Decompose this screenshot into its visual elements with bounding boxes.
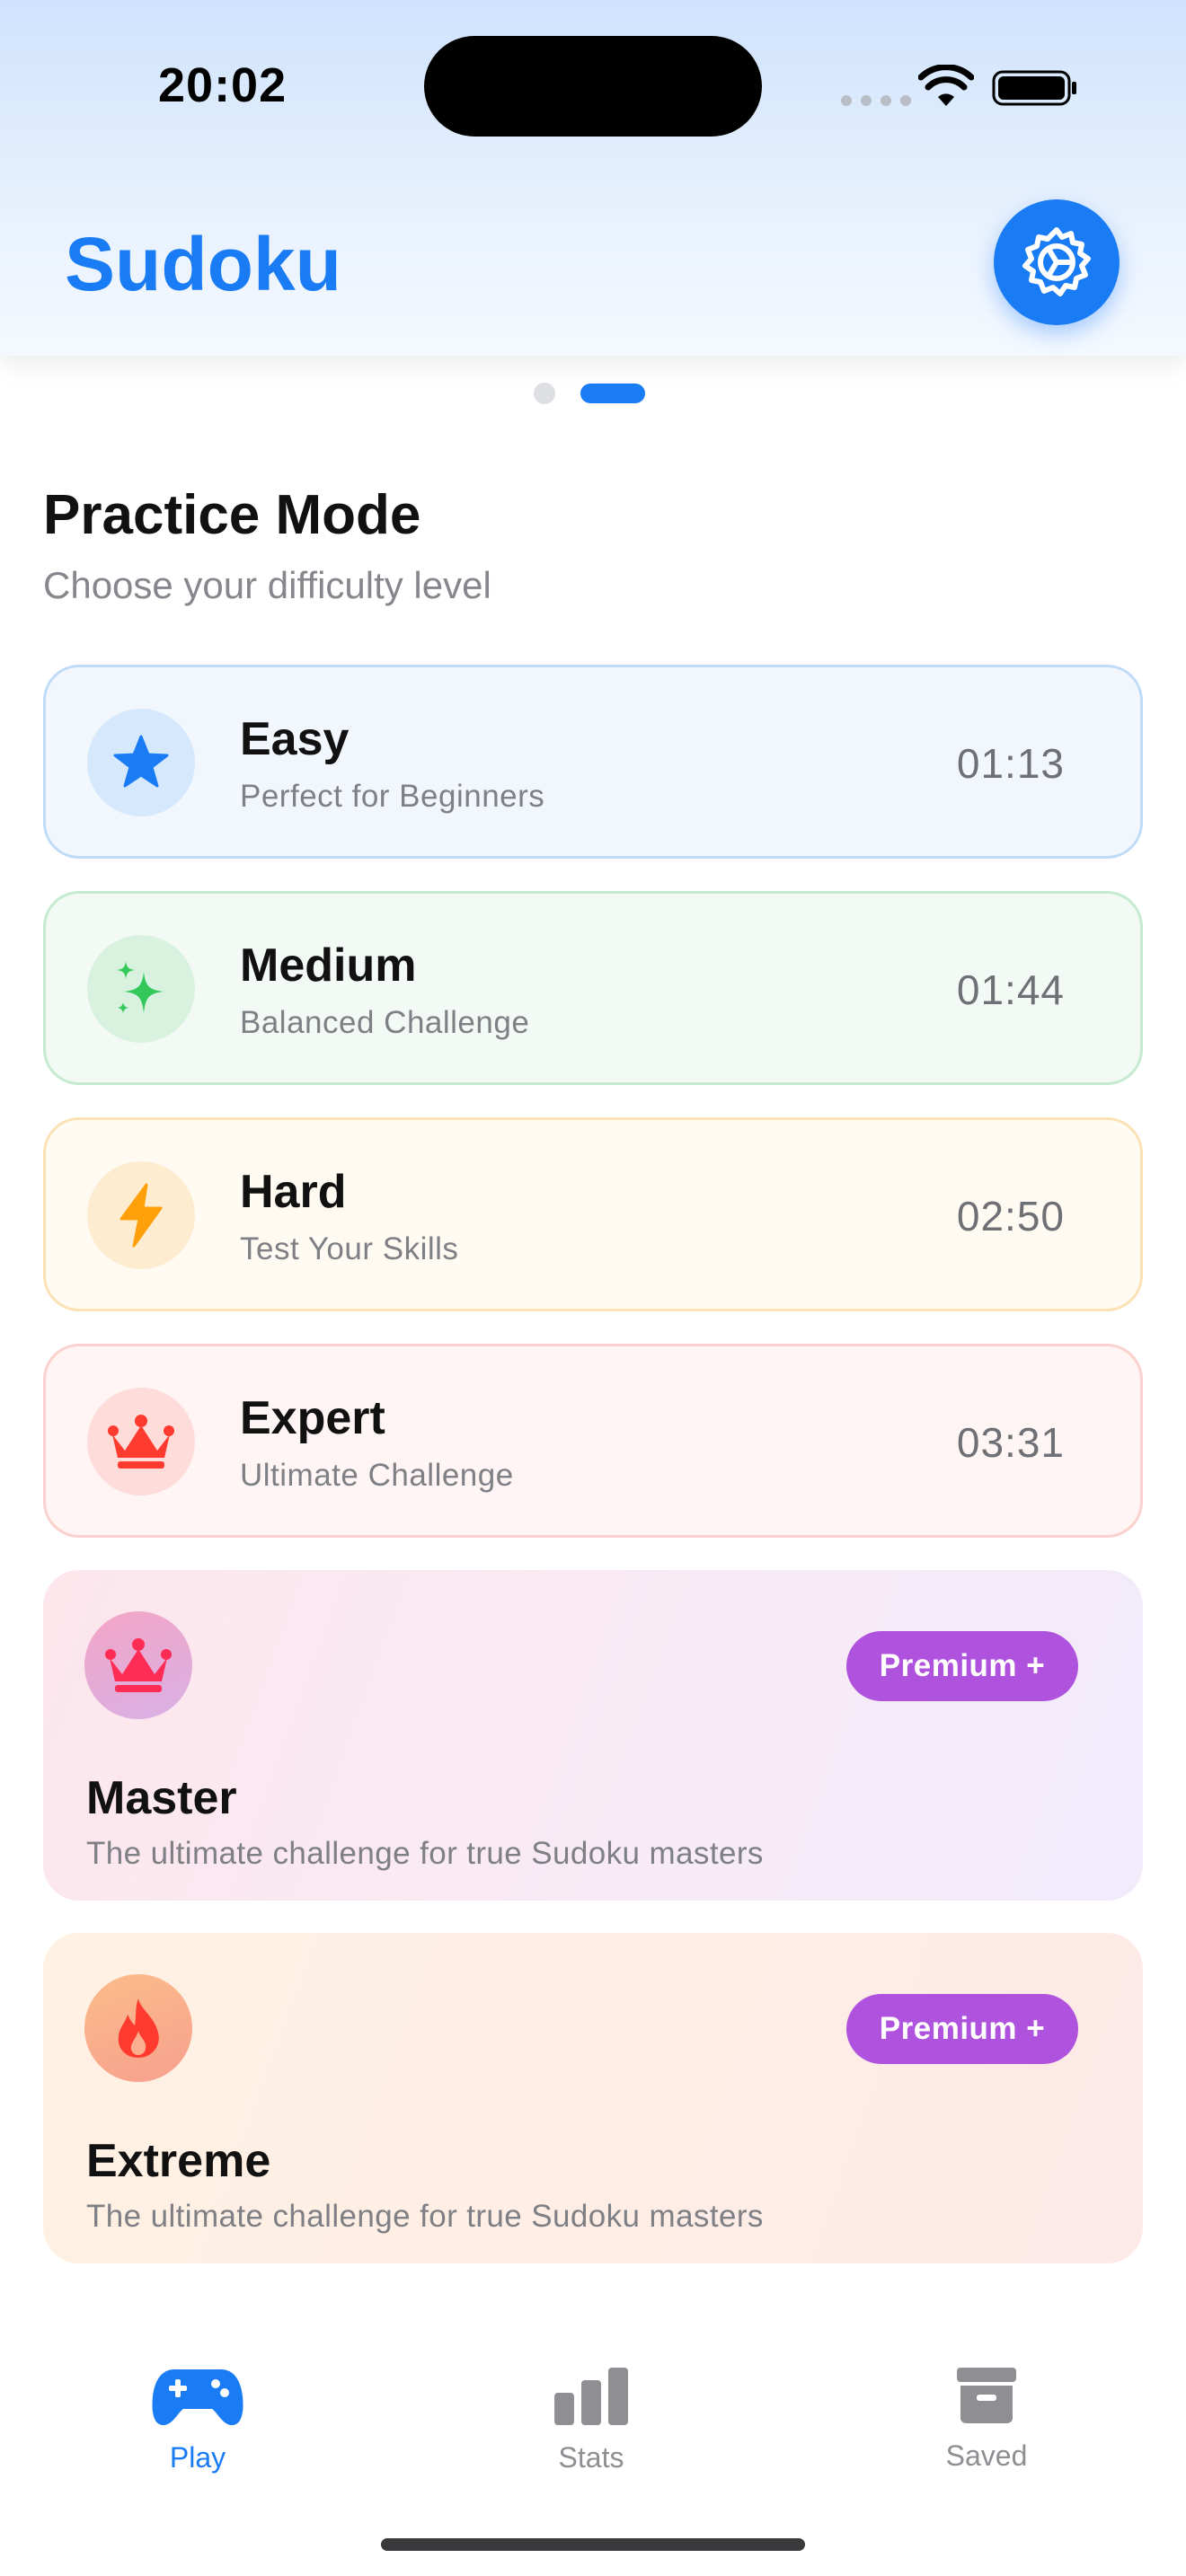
premium-badge: Premium + [846, 1631, 1078, 1701]
bolt-icon [119, 1183, 163, 1248]
level-name: Expert [240, 1392, 385, 1444]
tab-stats[interactable]: Stats [492, 2366, 690, 2501]
level-card-expert[interactable]: Expert Ultimate Challenge 03:31 [43, 1344, 1143, 1538]
level-description: Ultimate Challenge [240, 1458, 514, 1493]
status-time: 20:02 [158, 58, 288, 112]
level-icon-hard [87, 1161, 195, 1269]
section-title: Practice Mode [43, 484, 421, 546]
sparkles-icon [117, 961, 164, 1013]
home-indicator[interactable] [381, 2538, 805, 2551]
premium-icon-master [84, 1611, 192, 1719]
level-time: 03:31 [956, 1419, 1065, 1466]
tab-play[interactable]: Play [99, 2366, 296, 2501]
level-time: 01:13 [956, 740, 1065, 787]
premium-description: The ultimate challenge for true Sudoku m… [86, 2199, 764, 2234]
archivebox-icon [957, 2368, 1016, 2423]
crown-icon [108, 1415, 174, 1469]
level-time: 01:44 [956, 966, 1065, 1013]
screen: 20:02 Sudoku Practice Mode Choose your d… [0, 0, 1186, 2576]
cellular-signal-icon [841, 95, 911, 106]
level-description: Perfect for Beginners [240, 779, 545, 814]
settings-button[interactable] [994, 199, 1120, 325]
tab-label: Saved [945, 2439, 1028, 2472]
level-icon-medium [87, 935, 195, 1043]
premium-name: Extreme [86, 2135, 271, 2187]
header: 20:02 Sudoku [0, 0, 1186, 356]
level-description: Test Your Skills [240, 1231, 459, 1266]
page-indicator[interactable] [534, 383, 645, 404]
gamecontroller-icon [152, 2369, 243, 2425]
premium-card-extreme[interactable]: Premium + Extreme The ultimate challenge… [43, 1933, 1143, 2263]
star-icon [113, 735, 169, 788]
dynamic-island [424, 36, 762, 137]
section-subtitle: Choose your difficulty level [43, 564, 491, 606]
tab-label: Play [169, 2441, 226, 2474]
level-description: Balanced Challenge [240, 1005, 530, 1040]
tab-saved[interactable]: Saved [888, 2366, 1085, 2501]
premium-badge: Premium + [846, 1994, 1078, 2064]
tab-label: Stats [558, 2441, 624, 2474]
wifi-icon [918, 65, 974, 106]
level-name: Easy [240, 713, 350, 765]
level-card-hard[interactable]: Hard Test Your Skills 02:50 [43, 1117, 1143, 1311]
battery-icon [992, 70, 1076, 106]
level-icon-expert [87, 1388, 195, 1495]
gear-icon [1022, 227, 1091, 296]
premium-icon-extreme [84, 1974, 192, 2082]
level-name: Hard [240, 1166, 347, 1218]
level-icon-easy [87, 709, 195, 816]
flame-icon [118, 1998, 159, 2058]
level-card-easy[interactable]: Easy Perfect for Beginners 01:13 [43, 665, 1143, 859]
level-card-medium[interactable]: Medium Balanced Challenge 01:44 [43, 891, 1143, 1085]
premium-name: Master [86, 1772, 237, 1824]
crown-icon [105, 1638, 172, 1692]
chart-bars-icon [554, 2368, 628, 2425]
app-title: Sudoku [65, 222, 341, 306]
premium-description: The ultimate challenge for true Sudoku m… [86, 1836, 764, 1871]
level-name: Medium [240, 940, 417, 992]
page-dot[interactable] [534, 383, 555, 404]
level-time: 02:50 [956, 1193, 1065, 1239]
premium-card-master[interactable]: Premium + Master The ultimate challenge … [43, 1570, 1143, 1901]
page-dot-active[interactable] [580, 384, 645, 403]
